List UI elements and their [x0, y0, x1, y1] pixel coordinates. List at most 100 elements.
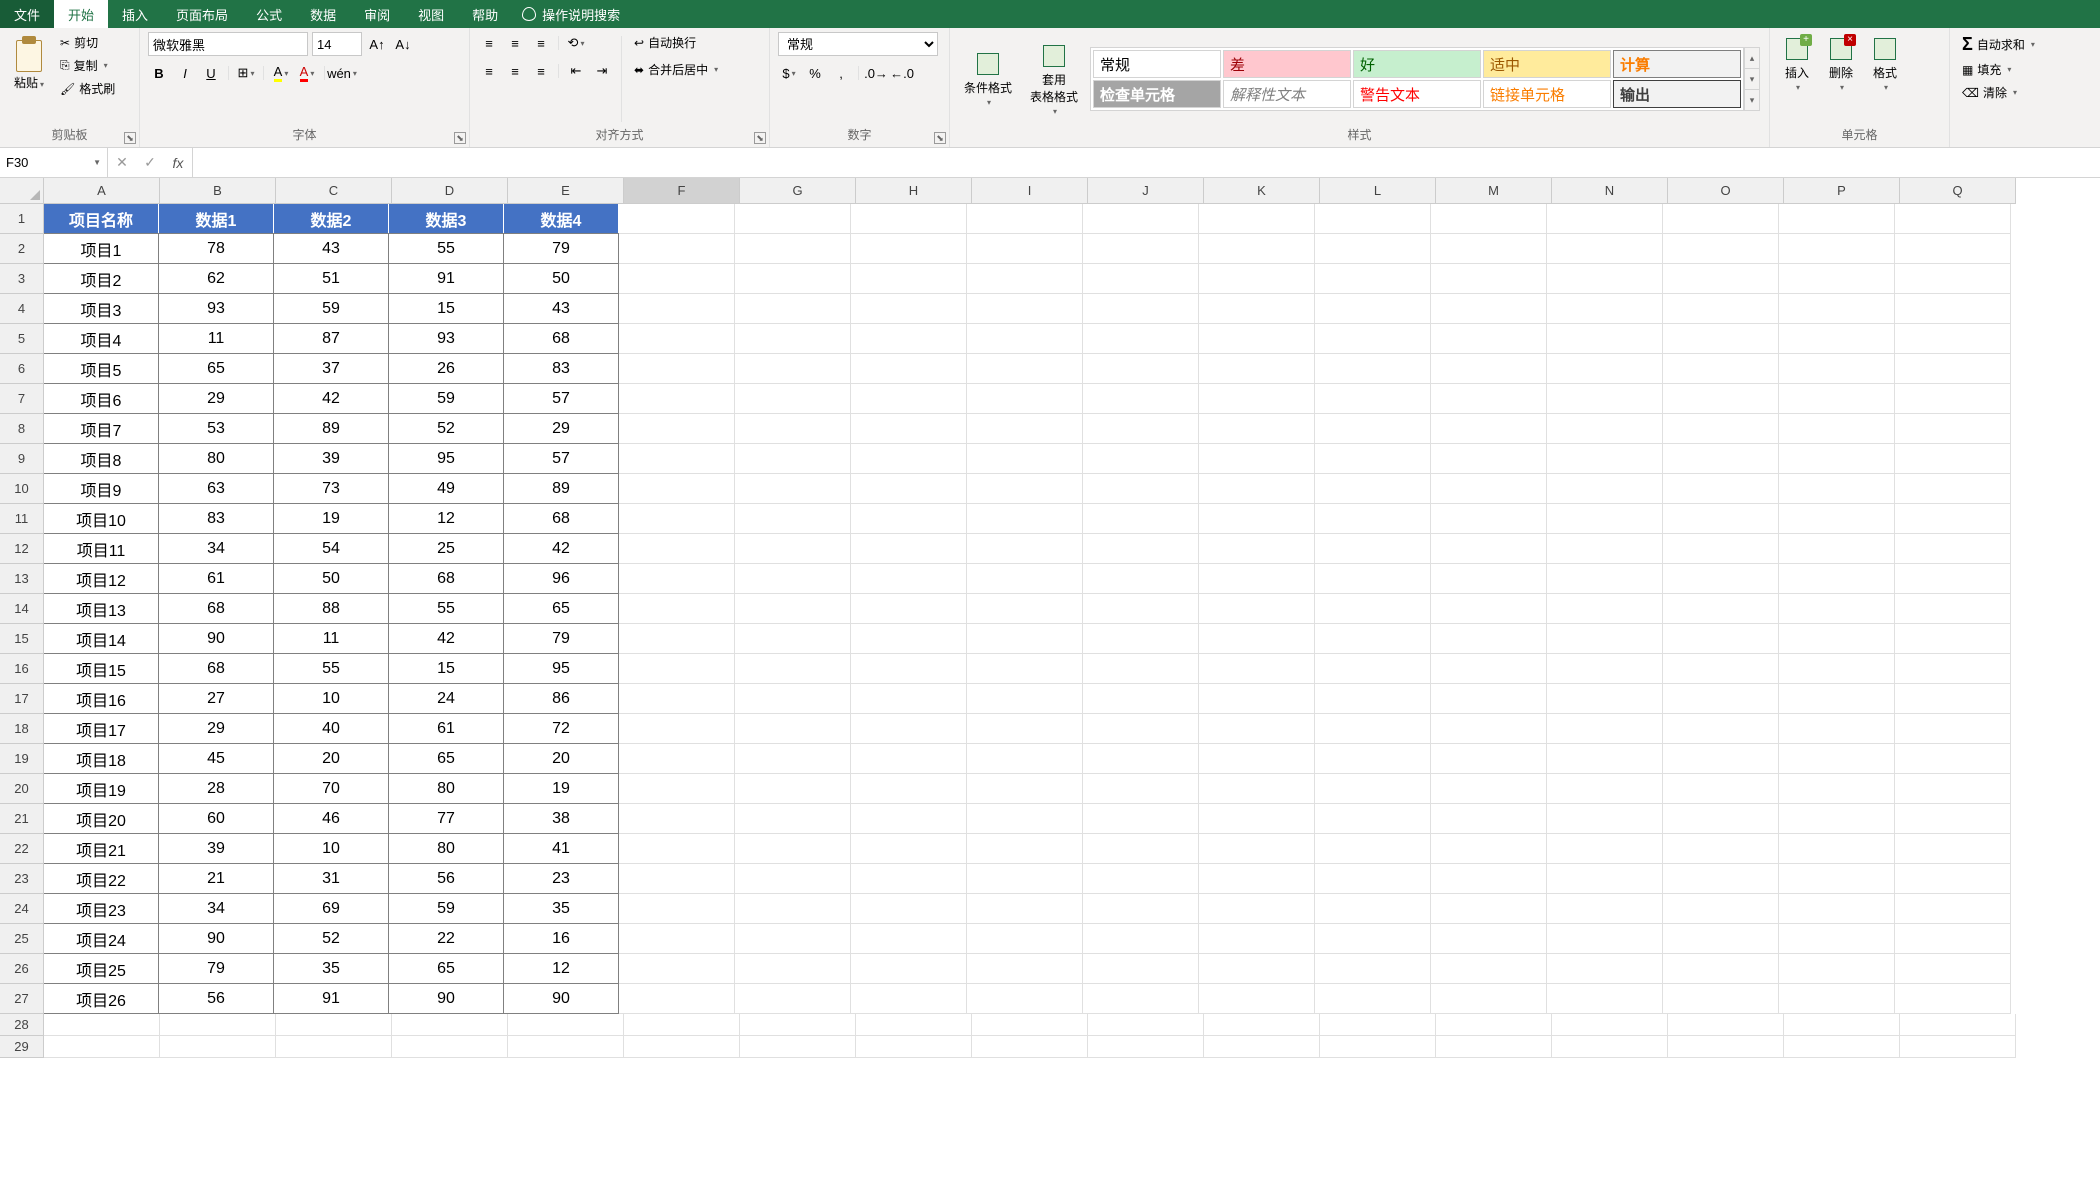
cell[interactable]: 53 [158, 413, 274, 444]
col-header-C[interactable]: C [276, 178, 392, 204]
cell[interactable] [1663, 474, 1779, 504]
cell[interactable] [967, 444, 1083, 474]
cell[interactable] [1779, 294, 1895, 324]
cell[interactable] [1083, 474, 1199, 504]
cell[interactable] [851, 714, 967, 744]
italic-button[interactable]: I [174, 62, 196, 84]
cell[interactable] [1895, 714, 2011, 744]
row-header-26[interactable]: 26 [0, 954, 44, 984]
cell[interactable] [967, 774, 1083, 804]
cell[interactable] [1547, 444, 1663, 474]
cell[interactable]: 56 [158, 983, 274, 1014]
cell[interactable] [735, 204, 851, 234]
cell[interactable] [1895, 924, 2011, 954]
row-header-25[interactable]: 25 [0, 924, 44, 954]
col-header-Q[interactable]: Q [1900, 178, 2016, 204]
clear-button[interactable]: ⌫清除 [1958, 82, 2039, 103]
cell[interactable] [619, 324, 735, 354]
style-good[interactable]: 好 [1353, 50, 1481, 78]
row-header-1[interactable]: 1 [0, 204, 44, 234]
cell[interactable] [1199, 744, 1315, 774]
cell[interactable]: 20 [273, 743, 389, 774]
cell[interactable] [1199, 894, 1315, 924]
cell[interactable] [856, 1036, 972, 1058]
cell[interactable] [624, 1036, 740, 1058]
align-top-button[interactable]: ≡ [478, 32, 500, 54]
row-header-22[interactable]: 22 [0, 834, 44, 864]
cell[interactable] [1431, 984, 1547, 1014]
cell[interactable] [735, 474, 851, 504]
cell[interactable]: 项目2 [43, 263, 159, 294]
cell[interactable]: 项目12 [43, 563, 159, 594]
cell[interactable] [619, 744, 735, 774]
cell[interactable] [735, 234, 851, 264]
cell[interactable] [1199, 954, 1315, 984]
cell[interactable]: 42 [388, 623, 504, 654]
cell[interactable]: 项目1 [43, 233, 159, 264]
cell[interactable] [1547, 624, 1663, 654]
increase-font-button[interactable]: A↑ [366, 33, 388, 55]
cell[interactable]: 51 [273, 263, 389, 294]
cell[interactable] [1663, 954, 1779, 984]
cell[interactable] [1779, 864, 1895, 894]
cell[interactable]: 68 [158, 653, 274, 684]
cell[interactable]: 68 [503, 323, 619, 354]
cell[interactable]: 39 [158, 833, 274, 864]
cell[interactable] [1663, 894, 1779, 924]
cell[interactable] [740, 1014, 856, 1036]
cell[interactable] [1431, 924, 1547, 954]
cell[interactable] [1779, 774, 1895, 804]
cell[interactable] [851, 444, 967, 474]
cell[interactable] [1779, 894, 1895, 924]
cell[interactable] [1547, 294, 1663, 324]
cell[interactable]: 65 [388, 743, 504, 774]
cell[interactable]: 项目名称 [43, 203, 159, 234]
cell[interactable]: 61 [388, 713, 504, 744]
cell[interactable] [967, 684, 1083, 714]
cell[interactable] [1547, 204, 1663, 234]
format-cells-button[interactable]: 格式 [1866, 32, 1904, 96]
col-header-J[interactable]: J [1088, 178, 1204, 204]
row-header-24[interactable]: 24 [0, 894, 44, 924]
cell[interactable]: 80 [388, 773, 504, 804]
cell[interactable] [967, 414, 1083, 444]
cell[interactable] [1083, 954, 1199, 984]
cell[interactable] [851, 894, 967, 924]
cell[interactable] [1436, 1014, 1552, 1036]
cell[interactable]: 项目21 [43, 833, 159, 864]
cell[interactable]: 数据1 [158, 203, 274, 234]
cell[interactable]: 70 [273, 773, 389, 804]
cell[interactable]: 项目11 [43, 533, 159, 564]
col-header-A[interactable]: A [44, 178, 160, 204]
cell[interactable] [1895, 954, 2011, 984]
cell[interactable] [1431, 324, 1547, 354]
cell[interactable] [1547, 774, 1663, 804]
align-bottom-button[interactable]: ≡ [530, 32, 552, 54]
cell[interactable]: 项目22 [43, 863, 159, 894]
cell[interactable]: 55 [273, 653, 389, 684]
style-bad[interactable]: 差 [1223, 50, 1351, 78]
cell[interactable]: 31 [273, 863, 389, 894]
cell[interactable] [1204, 1036, 1320, 1058]
cell[interactable] [1088, 1014, 1204, 1036]
cell[interactable] [1895, 744, 2011, 774]
cell[interactable]: 91 [388, 263, 504, 294]
cell[interactable] [1895, 804, 2011, 834]
cell[interactable] [851, 414, 967, 444]
cell[interactable]: 数据2 [273, 203, 389, 234]
cell[interactable] [1663, 594, 1779, 624]
cell[interactable] [1895, 684, 2011, 714]
row-header-21[interactable]: 21 [0, 804, 44, 834]
cell[interactable] [1320, 1036, 1436, 1058]
cell[interactable] [1779, 444, 1895, 474]
cell[interactable] [619, 834, 735, 864]
cell[interactable]: 50 [503, 263, 619, 294]
cell[interactable] [1779, 654, 1895, 684]
cell[interactable] [1895, 504, 2011, 534]
cell[interactable]: 95 [503, 653, 619, 684]
phonetic-button[interactable]: wén [331, 62, 353, 84]
tab-insert[interactable]: 插入 [108, 0, 162, 28]
cell[interactable]: 项目7 [43, 413, 159, 444]
cell[interactable] [1199, 444, 1315, 474]
formula-input[interactable] [193, 148, 2100, 177]
